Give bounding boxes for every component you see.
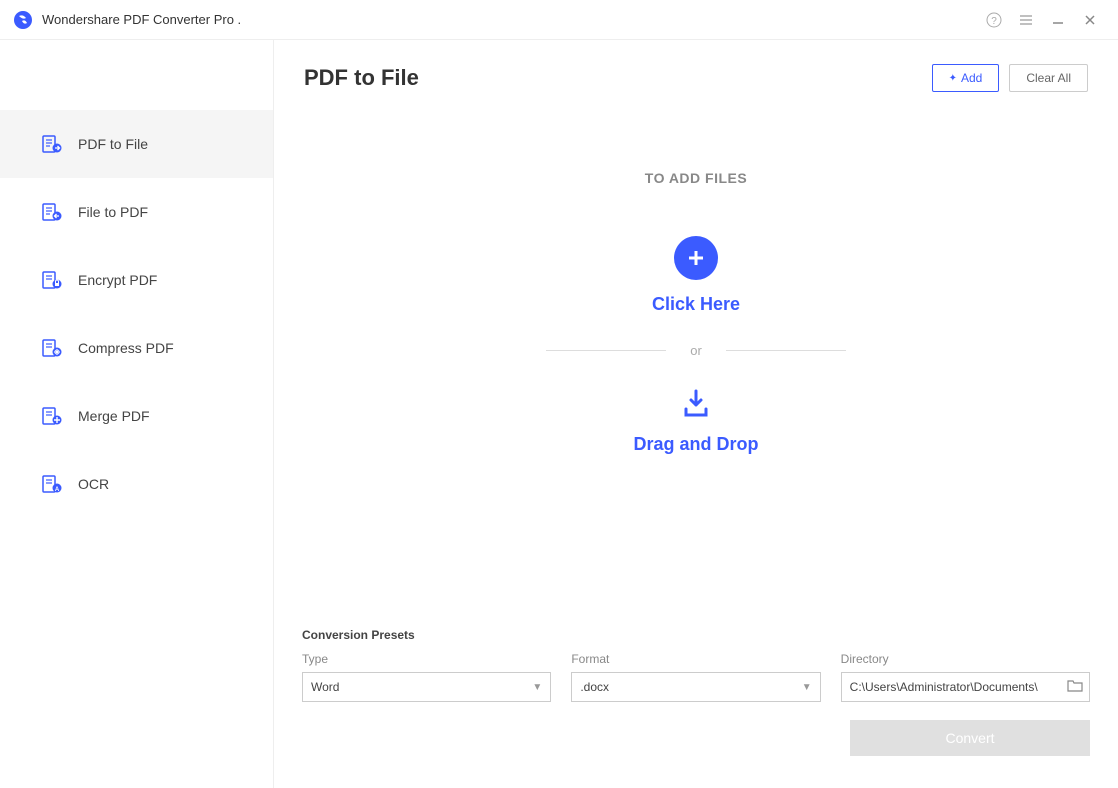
svg-text:A: A (55, 487, 60, 493)
encrypt-pdf-icon (40, 268, 64, 292)
app-window: Wondershare PDF Converter Pro . ? PDF to… (0, 0, 1118, 788)
directory-input[interactable]: C:\Users\Administrator\Documents\ (841, 672, 1090, 702)
presets-title: Conversion Presets (302, 628, 1090, 642)
plus-icon: ✦ (949, 73, 957, 84)
format-label: Format (571, 652, 820, 666)
pdf-to-file-icon (40, 132, 64, 156)
sidebar-item-label: File to PDF (78, 204, 148, 220)
svg-text:?: ? (991, 16, 997, 27)
type-select[interactable]: Word ▼ (302, 672, 551, 702)
sidebar-item-encrypt-pdf[interactable]: Encrypt PDF (0, 246, 273, 314)
sidebar-item-label: Merge PDF (78, 408, 150, 424)
app-title: Wondershare PDF Converter Pro . (42, 12, 241, 27)
plus-icon (685, 247, 707, 269)
sidebar-item-label: PDF to File (78, 136, 148, 152)
main-header: PDF to File ✦ Add Clear All (274, 40, 1118, 110)
sidebar-item-label: Compress PDF (78, 340, 174, 356)
chevron-down-icon: ▼ (532, 682, 542, 693)
sidebar-item-label: Encrypt PDF (78, 272, 157, 288)
app-logo-icon (12, 9, 34, 31)
type-label: Type (302, 652, 551, 666)
drop-zone[interactable]: TO ADD FILES Click Here or Drag and Drop (294, 110, 1098, 606)
help-button[interactable]: ? (978, 4, 1010, 36)
main-panel: PDF to File ✦ Add Clear All TO ADD FILES… (274, 40, 1118, 788)
page-title: PDF to File (304, 65, 419, 91)
add-files-button[interactable] (674, 236, 718, 280)
sidebar-item-pdf-to-file[interactable]: PDF to File (0, 110, 273, 178)
chevron-down-icon: ▼ (802, 682, 812, 693)
add-button[interactable]: ✦ Add (932, 64, 1000, 92)
convert-button[interactable]: Convert (850, 720, 1090, 756)
or-separator: or (546, 343, 846, 358)
sidebar-item-merge-pdf[interactable]: Merge PDF (0, 382, 273, 450)
close-button[interactable] (1074, 4, 1106, 36)
titlebar: Wondershare PDF Converter Pro . ? (0, 0, 1118, 40)
merge-pdf-icon (40, 404, 64, 428)
click-here-label: Click Here (652, 294, 740, 315)
file-to-pdf-icon (40, 200, 64, 224)
conversion-presets: Conversion Presets Type Word ▼ Format .d… (294, 616, 1098, 768)
menu-button[interactable] (1010, 4, 1042, 36)
drag-drop-icon (678, 386, 714, 422)
sidebar-item-file-to-pdf[interactable]: File to PDF (0, 178, 273, 246)
sidebar-item-ocr[interactable]: A OCR (0, 450, 273, 518)
sidebar-item-compress-pdf[interactable]: Compress PDF (0, 314, 273, 382)
minimize-button[interactable] (1042, 4, 1074, 36)
compress-pdf-icon (40, 336, 64, 360)
drag-drop-label: Drag and Drop (633, 434, 758, 455)
folder-icon[interactable] (1067, 679, 1083, 696)
directory-label: Directory (841, 652, 1090, 666)
sidebar: PDF to File File to PDF Encrypt PDF Comp… (0, 40, 274, 788)
ocr-icon: A (40, 472, 64, 496)
dropzone-heading: TO ADD FILES (645, 170, 747, 186)
sidebar-item-label: OCR (78, 476, 109, 492)
clear-all-button[interactable]: Clear All (1009, 64, 1088, 92)
format-select[interactable]: .docx ▼ (571, 672, 820, 702)
